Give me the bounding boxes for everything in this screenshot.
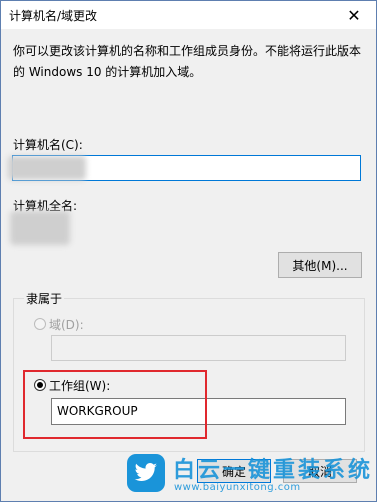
domain-input[interactable] (51, 335, 346, 361)
close-button[interactable]: ✕ (332, 1, 376, 29)
description-text: 你可以更改该计算机的名称和工作组成员身份。不能将运行此版本的 Windows 1… (13, 44, 362, 79)
member-of-label: 隶属于 (24, 290, 65, 307)
blurred-full-name (10, 211, 70, 245)
dialog-title: 计算机名/域更改 (9, 9, 98, 23)
computer-name-dialog: 计算机名/域更改 ✕ 你可以更改该计算机的名称和工作组成员身份。不能将运行此版本… (0, 0, 377, 502)
highlight-box (23, 370, 207, 439)
watermark: 白云一键重装系统 www.baiyunxitong.com (127, 452, 372, 500)
twitter-bird-icon (127, 454, 165, 492)
title-bar: 计算机名/域更改 ✕ (1, 1, 376, 29)
domain-radio[interactable] (34, 318, 46, 330)
watermark-url: www.baiyunxitong.com (174, 482, 301, 493)
watermark-title: 白云一键重装系统 (173, 458, 374, 483)
more-button[interactable]: 其他(M)... (278, 252, 362, 278)
domain-label: 域(D): (49, 318, 84, 332)
computer-name-label: 计算机名(C): (13, 138, 83, 152)
close-icon: ✕ (347, 5, 361, 25)
blurred-computer-name (8, 156, 86, 180)
